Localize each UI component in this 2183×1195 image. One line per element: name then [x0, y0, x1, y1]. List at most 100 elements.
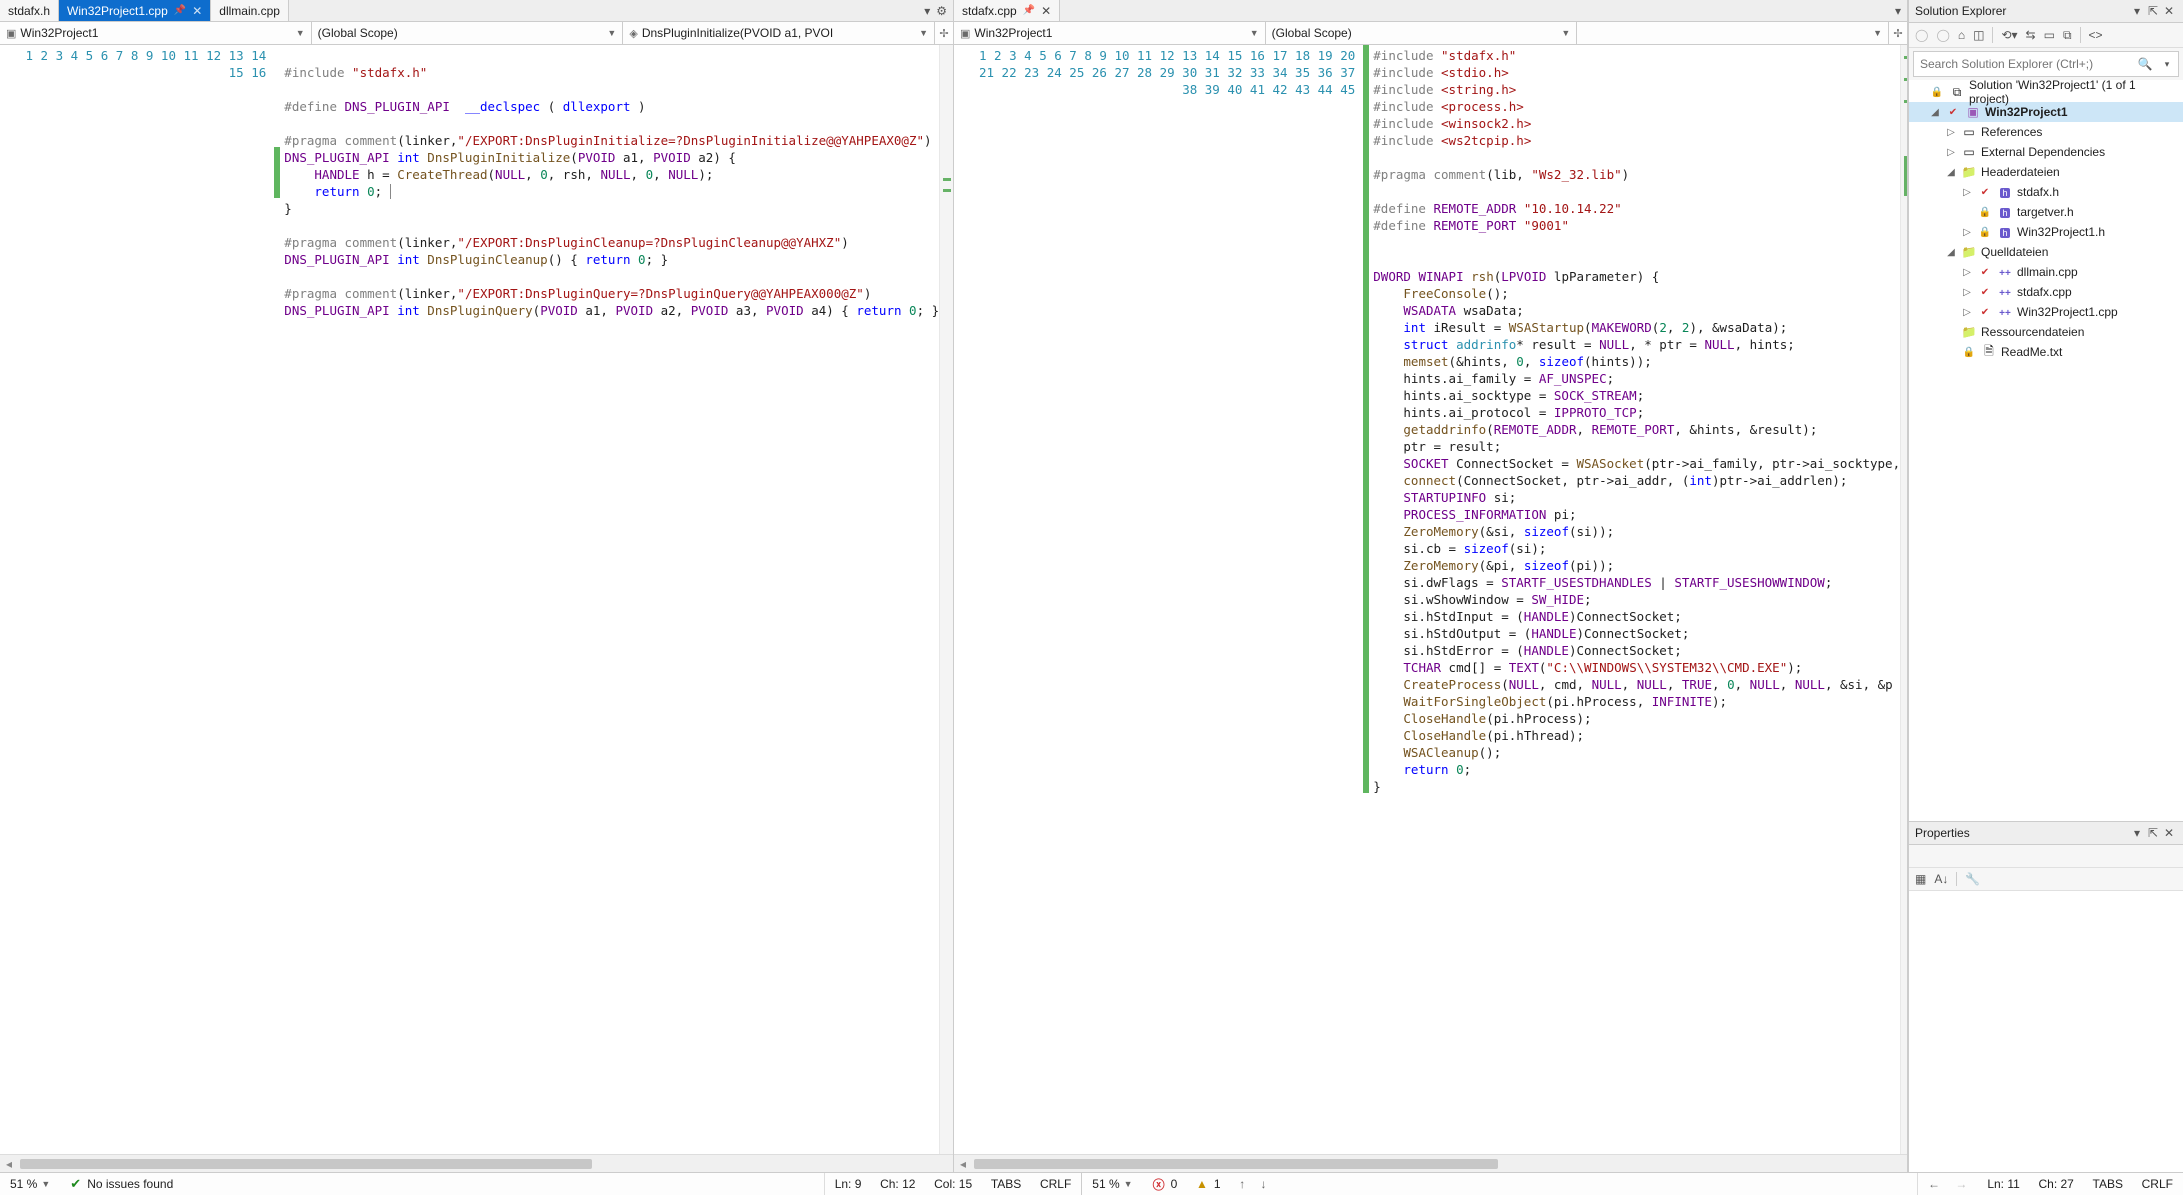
tab-dllmain-cpp[interactable]: dllmain.cpp	[211, 0, 289, 21]
tree-node[interactable]: ▷🔒hWin32Project1.h	[1909, 222, 2183, 242]
sync-icon[interactable]: ⟲▾	[2001, 28, 2017, 42]
code-area-right[interactable]: 1 2 3 4 5 6 7 8 9 10 11 12 13 14 15 16 1…	[954, 45, 1907, 1154]
hscroll-left[interactable]: ◂	[0, 1154, 953, 1172]
header-file-icon: h	[1997, 205, 2013, 219]
window-menu-icon[interactable]: ▾	[2129, 826, 2145, 840]
caret-pos-left: Ln: 9 Ch: 12 Col: 15 TABS CRLF	[825, 1173, 1082, 1195]
tree-node[interactable]: 🔒⧉Solution 'Win32Project1' (1 of 1 proje…	[1909, 82, 2183, 102]
nav-project[interactable]: ▣ Win32Project1▼	[954, 22, 1266, 44]
method-icon: ◈	[629, 27, 637, 40]
tab-label: stdafx.cpp	[962, 4, 1017, 18]
solution-search-input[interactable]	[1914, 57, 2134, 71]
tab-stdafx-cpp[interactable]: stdafx.cpp 📌 ✕	[954, 0, 1060, 21]
pin-icon[interactable]: 📌	[1023, 5, 1035, 16]
wrench-icon[interactable]: 🔧	[1965, 872, 1980, 886]
folder-icon: 📁	[1961, 325, 1977, 339]
pin-icon[interactable]: ⇱	[2145, 4, 2161, 18]
lock-icon: 🔒	[1977, 207, 1993, 218]
node-label: dllmain.cpp	[2017, 265, 2078, 279]
lock-icon: 🔒	[1929, 87, 1945, 98]
code-area-left[interactable]: 1 2 3 4 5 6 7 8 9 10 11 12 13 14 15 16 #…	[0, 45, 953, 1154]
code-icon[interactable]: <>	[2089, 28, 2103, 42]
expand-icon[interactable]: ▷	[1961, 287, 1973, 298]
expand-icon[interactable]: ▷	[1961, 307, 1973, 318]
expand-icon[interactable]: ◢	[1945, 167, 1957, 178]
switch-views-icon[interactable]: ◫	[1973, 28, 1984, 42]
error-summary[interactable]: ⓧ0 ▲1 ↑ ↓	[1143, 1173, 1277, 1195]
home-icon[interactable]: ⌂	[1958, 28, 1965, 42]
node-label: Win32Project1.cpp	[2017, 305, 2118, 319]
tree-node[interactable]: ▷✔++dllmain.cpp	[1909, 262, 2183, 282]
close-icon[interactable]: ✕	[2161, 826, 2177, 840]
tabstrip-right: stdafx.cpp 📌 ✕ ▾	[954, 0, 1907, 22]
nav-member[interactable]: ◈ DnsPluginInitialize(PVOID a1, PVOI▼	[623, 22, 935, 44]
nav-back-icon[interactable]: ←	[1928, 1177, 1940, 1191]
nav-project[interactable]: ▣ Win32Project1▼	[0, 22, 312, 44]
lock-icon: 🔒	[1961, 347, 1977, 358]
tree-node[interactable]: ▷✔++Win32Project1.cpp	[1909, 302, 2183, 322]
expand-icon[interactable]: ▷	[1945, 127, 1957, 138]
tree-node[interactable]: ◢📁Headerdateien	[1909, 162, 2183, 182]
tab-overflow-icon[interactable]: ▾	[924, 4, 930, 18]
tabstrip-left: stdafx.h Win32Project1.cpp 📌 ✕ dllmain.cpp ▾…	[0, 0, 953, 22]
expand-icon[interactable]: ▷	[1961, 187, 1973, 198]
close-icon[interactable]: ✕	[2161, 4, 2177, 18]
solution-tree[interactable]: 🔒⧉Solution 'Win32Project1' (1 of 1 proje…	[1909, 80, 2183, 821]
gear-icon[interactable]: ⚙	[936, 4, 947, 18]
hscroll-right[interactable]: ◂	[954, 1154, 1907, 1172]
tab-label: Win32Project1.cpp	[67, 4, 168, 18]
nav-member[interactable]: ▼	[1577, 22, 1889, 44]
node-label: External Dependencies	[1981, 145, 2105, 159]
text-file-icon: 🗎	[1981, 342, 1997, 363]
pin-icon[interactable]: 📌	[174, 5, 186, 16]
alphabetical-icon[interactable]: A↓	[1934, 872, 1948, 886]
node-label: targetver.h	[2017, 205, 2074, 219]
pin-icon[interactable]: ⇱	[2145, 826, 2161, 840]
next-issue-icon[interactable]: ↓	[1261, 1177, 1267, 1191]
tree-node[interactable]: 🔒🗎ReadMe.txt	[1909, 342, 2183, 362]
prev-issue-icon[interactable]: ↑	[1239, 1177, 1245, 1191]
tree-node[interactable]: 🔒 h targetver.h	[1909, 202, 2183, 222]
tab-overflow-icon[interactable]: ▾	[1895, 4, 1901, 18]
pending-icon[interactable]: ⇆	[2026, 28, 2036, 42]
expand-icon[interactable]: ▷	[1945, 147, 1957, 158]
zoom-right[interactable]: 51 %▼	[1082, 1173, 1142, 1195]
node-label: References	[1981, 125, 2042, 139]
tree-node[interactable]: 📁Ressourcendateien	[1909, 322, 2183, 342]
search-icon[interactable]: 🔍	[2134, 57, 2156, 71]
tree-node[interactable]: ▷▭External Dependencies	[1909, 142, 2183, 162]
tab-stdafx-h[interactable]: stdafx.h	[0, 0, 59, 21]
split-icon[interactable]: ✢	[1889, 27, 1907, 40]
categorized-icon[interactable]: ▦	[1915, 872, 1926, 886]
collapse-icon[interactable]: ▭	[2044, 28, 2055, 42]
tree-node[interactable]: ▷ ▭ References	[1909, 122, 2183, 142]
tree-node[interactable]: ▷✔hstdafx.h	[1909, 182, 2183, 202]
expand-icon[interactable]: ◢	[1945, 247, 1957, 258]
solution-search[interactable]: 🔍 ▾	[1913, 51, 2179, 77]
right-dock: Solution Explorer ▾ ⇱ ✕ ◯ ◯ ⌂ ◫ ⟲▾ ⇆ ▭ ⧉…	[1908, 0, 2183, 1172]
back-icon[interactable]: ◯	[1915, 28, 1928, 42]
forward-icon[interactable]: ◯	[1936, 28, 1949, 42]
nav-scope[interactable]: (Global Scope)▼	[1266, 22, 1578, 44]
expand-icon[interactable]: ▷	[1961, 267, 1973, 278]
check-icon: ✔	[70, 1176, 81, 1192]
close-icon[interactable]: ✕	[192, 4, 202, 18]
references-icon: ▭	[1961, 125, 1977, 139]
tree-node[interactable]: ▷✔++stdafx.cpp	[1909, 282, 2183, 302]
window-menu-icon[interactable]: ▾	[2129, 4, 2145, 18]
tree-node[interactable]: ◢📁Quelldateien	[1909, 242, 2183, 262]
expand-icon[interactable]: ◢	[1929, 107, 1941, 118]
show-all-icon[interactable]: ⧉	[2063, 28, 2072, 43]
checkout-icon: ✔	[1977, 187, 1993, 198]
node-label: Quelldateien	[1981, 245, 2048, 259]
tab-win32project1-cpp[interactable]: Win32Project1.cpp 📌 ✕	[59, 0, 211, 21]
nav-fwd-icon[interactable]: →	[1955, 1177, 1967, 1191]
solution-explorer-title: Solution Explorer ▾ ⇱ ✕	[1909, 0, 2183, 23]
search-drop-icon[interactable]: ▾	[2156, 59, 2178, 70]
close-icon[interactable]: ✕	[1041, 4, 1051, 18]
zoom-left[interactable]: 51 %▼	[0, 1173, 60, 1195]
nav-scope[interactable]: (Global Scope)▼	[312, 22, 624, 44]
navbar-right: ▣ Win32Project1▼ (Global Scope)▼ ▼ ✢	[954, 22, 1907, 45]
split-icon[interactable]: ✢	[935, 27, 953, 40]
expand-icon[interactable]: ▷	[1961, 227, 1973, 238]
